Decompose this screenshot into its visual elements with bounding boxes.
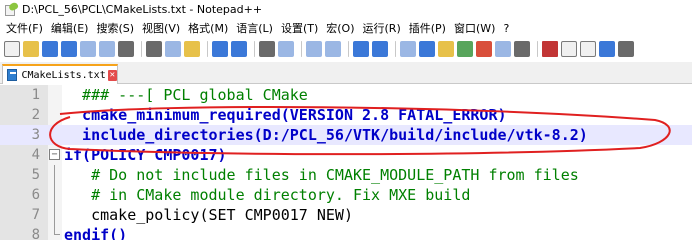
menu-settings[interactable]: 设置(T) bbox=[277, 20, 322, 36]
play-macro-icon[interactable] bbox=[580, 41, 596, 57]
open-file-icon[interactable] bbox=[23, 41, 39, 57]
saved-file-icon bbox=[7, 69, 18, 81]
show-all-chars-icon[interactable] bbox=[419, 41, 435, 57]
sync-vertical-icon[interactable] bbox=[353, 41, 369, 57]
tab-bar: CMakeLists.txt ✕ bbox=[0, 62, 692, 84]
indent-guide-icon[interactable] bbox=[438, 41, 454, 57]
menu-search[interactable]: 搜索(S) bbox=[92, 20, 138, 36]
paste-icon[interactable] bbox=[184, 41, 200, 57]
toolbar-separator bbox=[207, 41, 208, 57]
toolbar-separator bbox=[537, 41, 538, 57]
menu-macro[interactable]: 宏(O) bbox=[322, 20, 358, 36]
sync-horizontal-icon[interactable] bbox=[372, 41, 388, 57]
menu-plugins[interactable]: 插件(P) bbox=[405, 20, 450, 36]
toolbar-separator bbox=[141, 41, 142, 57]
save-macro-icon[interactable] bbox=[618, 41, 634, 57]
stop-macro-icon[interactable] bbox=[561, 41, 577, 57]
tab-label: CMakeLists.txt bbox=[21, 69, 106, 81]
red-hand-drawn-ellipse bbox=[49, 106, 671, 156]
cut-icon[interactable] bbox=[146, 41, 162, 57]
editor-area[interactable]: 1 ### ---[ PCL global CMake 2 cmake_mini… bbox=[0, 85, 692, 240]
replace-icon[interactable] bbox=[278, 41, 294, 57]
menu-language[interactable]: 语言(L) bbox=[232, 20, 277, 36]
toolbar-separator bbox=[254, 41, 255, 57]
save-all-icon[interactable] bbox=[61, 41, 77, 57]
copy-icon[interactable] bbox=[165, 41, 181, 57]
find-icon[interactable] bbox=[259, 41, 275, 57]
redo-icon[interactable] bbox=[231, 41, 247, 57]
function-list-icon[interactable] bbox=[476, 41, 492, 57]
title-bar: D:\PCL_56\PCL\CMakeLists.txt - Notepad++ bbox=[0, 0, 692, 18]
close-all-icon[interactable] bbox=[99, 41, 115, 57]
menu-window[interactable]: 窗口(W) bbox=[450, 20, 499, 36]
run-macro-icon[interactable] bbox=[599, 41, 615, 57]
undo-icon[interactable] bbox=[212, 41, 228, 57]
print-icon[interactable] bbox=[118, 41, 134, 57]
save-icon[interactable] bbox=[42, 41, 58, 57]
zoom-in-icon[interactable] bbox=[306, 41, 322, 57]
folder-workspace-icon[interactable] bbox=[495, 41, 511, 57]
monitor-icon[interactable] bbox=[514, 41, 530, 57]
notepadpp-app-icon bbox=[4, 0, 20, 16]
zoom-out-icon[interactable] bbox=[325, 41, 341, 57]
menu-edit[interactable]: 编辑(E) bbox=[47, 20, 93, 36]
toolbar bbox=[0, 38, 692, 60]
window-title: D:\PCL_56\PCL\CMakeLists.txt - Notepad++ bbox=[22, 2, 263, 16]
close-icon[interactable] bbox=[80, 41, 96, 57]
close-tab-icon[interactable]: ✕ bbox=[107, 69, 117, 81]
menu-file[interactable]: 文件(F) bbox=[2, 20, 47, 36]
menu-help[interactable]: ? bbox=[499, 22, 513, 35]
menu-format[interactable]: 格式(M) bbox=[184, 20, 232, 36]
tab-cmakelists[interactable]: CMakeLists.txt ✕ bbox=[2, 64, 118, 84]
record-macro-icon[interactable] bbox=[542, 41, 558, 57]
doc-map-icon[interactable] bbox=[457, 41, 473, 57]
toolbar-separator bbox=[348, 41, 349, 57]
menu-view[interactable]: 视图(V) bbox=[138, 20, 184, 36]
toolbar-separator bbox=[395, 41, 396, 57]
menu-bar: 文件(F) 编辑(E) 搜索(S) 视图(V) 格式(M) 语言(L) 设置(T… bbox=[0, 19, 692, 37]
word-wrap-icon[interactable] bbox=[400, 41, 416, 57]
new-file-icon[interactable] bbox=[4, 41, 20, 57]
menu-run[interactable]: 运行(R) bbox=[359, 20, 405, 36]
toolbar-separator bbox=[301, 41, 302, 57]
